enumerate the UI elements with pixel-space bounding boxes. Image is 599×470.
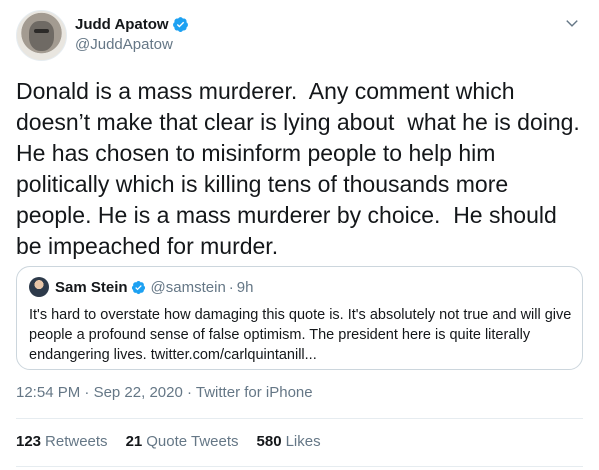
verified-badge-icon [131, 280, 145, 294]
tweet-text: Donald is a mass murderer. Any comment w… [16, 78, 587, 259]
chevron-down-icon[interactable] [565, 16, 579, 30]
meta-separator-1: · [84, 384, 90, 401]
quoted-text: It's hard to overstate how damaging this… [29, 307, 572, 363]
tweet-time[interactable]: 12:54 PM [16, 384, 80, 401]
tweet-date[interactable]: Sep 22, 2020 [94, 384, 183, 401]
likes-stat[interactable]: 580 Likes [257, 433, 321, 450]
quoted-tweet-header: Sam Stein @samstein · 9h [29, 277, 253, 297]
quote-tweets-label: Quote Tweets [146, 433, 239, 450]
author-display-name[interactable]: Judd Apatow [75, 16, 169, 33]
quoted-tweet[interactable]: Sam Stein @samstein · 9h It's hard to ov… [16, 266, 583, 370]
quoted-display-name: Sam Stein [55, 278, 128, 296]
divider [16, 418, 583, 419]
quote-tweets-count: 21 [125, 433, 143, 450]
quoted-time: 9h [236, 278, 254, 296]
quoted-separator: · [228, 278, 234, 296]
retweets-count: 123 [16, 433, 42, 450]
quoted-avatar [29, 277, 49, 297]
tweet-meta: 12:54 PM · Sep 22, 2020 · Twitter for iP… [16, 384, 313, 401]
meta-separator-2: · [186, 384, 192, 401]
avatar[interactable] [16, 10, 67, 61]
name-row: Judd Apatow [75, 14, 189, 34]
tweet-source[interactable]: Twitter for iPhone [196, 384, 313, 401]
avatar-portrait [29, 21, 54, 51]
tweet-stats: 123 Retweets 21 Quote Tweets 580 Likes [16, 433, 321, 450]
divider [16, 466, 583, 467]
likes-count: 580 [256, 433, 282, 450]
quote-tweets-stat[interactable]: 21 Quote Tweets [126, 433, 239, 450]
author-handle[interactable]: @JuddApatow [75, 36, 189, 53]
retweets-label: Retweets [45, 433, 108, 450]
author-names: Judd Apatow @JuddApatow [75, 14, 189, 53]
tweet-card: Judd Apatow @JuddApatow Donald is a mass… [0, 0, 599, 470]
verified-badge-icon [172, 16, 188, 32]
tweet-header: Judd Apatow @JuddApatow [16, 10, 583, 62]
retweets-stat[interactable]: 123 Retweets [16, 433, 108, 450]
likes-label: Likes [285, 433, 321, 450]
quoted-handle: @samstein [150, 278, 226, 296]
